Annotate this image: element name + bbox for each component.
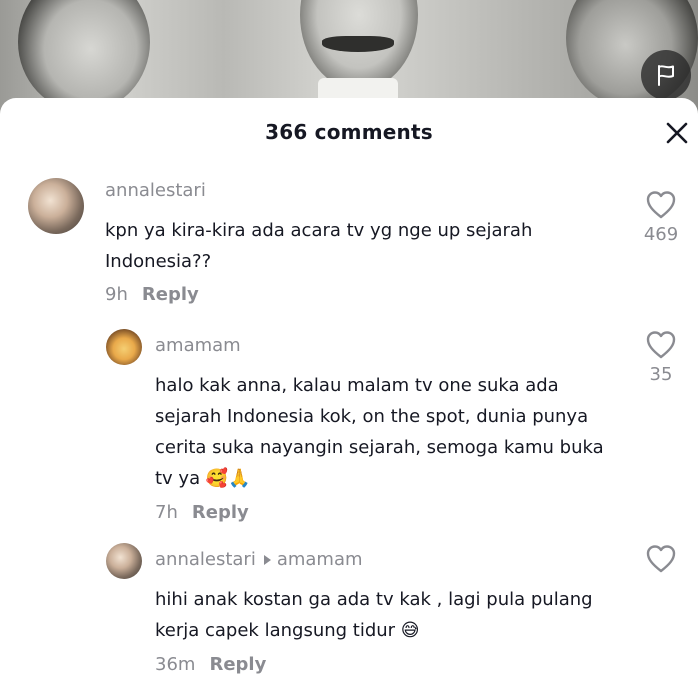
comment-timestamp: 9h <box>105 284 128 305</box>
reply-author: annalestari <box>155 549 256 570</box>
reply-target-username[interactable]: amamam <box>277 549 363 570</box>
comment-username[interactable]: annalestari <box>105 180 206 201</box>
like-count: 469 <box>643 224 679 245</box>
photo-mustache <box>322 36 394 52</box>
like-button[interactable]: 35 <box>636 330 686 385</box>
comment-text-line: kerja capek langsung tidur 😅 <box>155 620 420 641</box>
reply-button[interactable]: Reply <box>209 654 266 675</box>
reply-item: annalestari amamam hihi anak kostan ga ad… <box>0 538 698 698</box>
comment-timestamp: 36m <box>155 654 196 675</box>
comment-text: hihi anak kostan ga ada tv kak , lagi pu… <box>155 584 635 646</box>
reply-item: amamam halo kak anna, kalau malam tv one… <box>0 318 698 538</box>
like-button[interactable]: 469 <box>636 190 686 245</box>
like-button[interactable] <box>636 544 686 574</box>
comment-meta: 36m Reply <box>155 654 266 675</box>
reply-arrow-icon <box>263 554 271 565</box>
comment-text-line: hihi anak kostan ga ada tv kak , lagi pu… <box>155 589 593 610</box>
reply-button[interactable]: Reply <box>192 502 249 523</box>
comment-timestamp: 7h <box>155 502 178 523</box>
comment-meta: 9h Reply <box>105 284 199 305</box>
reply-button[interactable]: Reply <box>142 284 199 305</box>
comment-text-line: kpn ya kira-kira ada acara tv yg nge up … <box>105 220 533 241</box>
comment-text-line: Indonesia?? <box>105 251 212 272</box>
photo-person-left <box>18 0 150 112</box>
comment-text: halo kak anna, kalau malam tv one suka a… <box>155 370 615 494</box>
report-button[interactable] <box>641 50 691 100</box>
avatar[interactable] <box>106 543 142 579</box>
heart-outline-icon <box>646 545 676 573</box>
comment-meta: 7h Reply <box>155 502 249 523</box>
avatar[interactable] <box>106 329 142 365</box>
comment-text-line: cerita suka nayangin sejarah, semoga kam… <box>155 437 604 458</box>
avatar[interactable] <box>28 178 84 234</box>
comment-text-line: halo kak anna, kalau malam tv one suka a… <box>155 375 559 396</box>
heart-outline-icon <box>646 331 676 359</box>
comments-sheet: 366 comments annalestari kpn ya kira-kir… <box>0 98 698 698</box>
like-count: 35 <box>649 364 673 385</box>
comment-text-line: tv ya 🥰🙏 <box>155 468 251 489</box>
comment-item: annalestari kpn ya kira-kira ada acara t… <box>0 98 698 318</box>
comment-text: kpn ya kira-kira ada acara tv yg nge up … <box>105 215 605 277</box>
comment-text-line: sejarah Indonesia kok, on the spot, duni… <box>155 406 589 427</box>
heart-outline-icon <box>646 191 676 219</box>
comment-username[interactable]: annalestari amamam <box>155 549 363 570</box>
flag-icon <box>658 65 674 86</box>
comments-screen: 366 comments annalestari kpn ya kira-kir… <box>0 0 698 698</box>
comment-username[interactable]: amamam <box>155 335 241 356</box>
